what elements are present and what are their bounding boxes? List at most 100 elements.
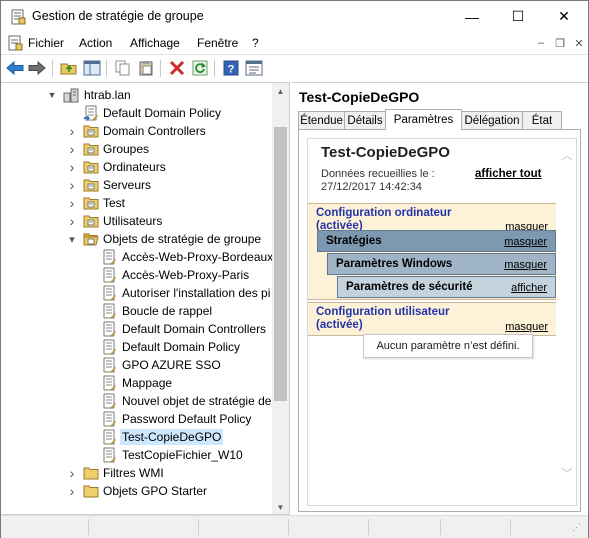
menu-fenetre[interactable]: Fenêtre [197, 36, 238, 50]
status-segment [291, 519, 369, 535]
expand-arrow-icon[interactable]: › [67, 483, 77, 499]
tree-item[interactable]: TestCopieFichier_W10 [1, 446, 271, 464]
menu-action[interactable]: Action [79, 36, 112, 50]
tab-etat[interactable]: État [522, 111, 562, 130]
tree-item[interactable]: Default Domain Policy [1, 104, 271, 122]
scroll-up-arrow-icon[interactable]: ▲ [272, 83, 289, 100]
expand-arrow-icon[interactable]: › [67, 195, 77, 211]
tree-item[interactable]: Nouvel objet de stratégie de [1, 392, 271, 410]
status-segment [441, 519, 511, 535]
forward-button[interactable] [27, 59, 47, 77]
title-bar[interactable]: Gestion de stratégie de groupe — ☐ ✕ [1, 1, 588, 32]
mdi-minimize-button[interactable]: – [532, 34, 550, 52]
tree-item[interactable]: Password Default Policy [1, 410, 271, 428]
report-scroll-down-icon[interactable]: ﹀ [561, 467, 573, 480]
security-settings-bar: Paramètres de sécurité afficher [337, 276, 556, 298]
gpo-document-icon [103, 339, 116, 355]
horizontal-scrollbar[interactable] [1, 515, 588, 538]
tab-parametres[interactable]: Paramètres [385, 109, 462, 130]
scroll-down-arrow-icon[interactable]: ▼ [272, 499, 289, 514]
policies-bar: Stratégies masquer [317, 230, 556, 252]
expand-arrow-icon[interactable]: › [67, 177, 77, 193]
help-button[interactable]: ? [221, 59, 241, 77]
mdi-close-button[interactable]: ✕ [570, 34, 588, 52]
tab-etendue[interactable]: Étendue [298, 111, 345, 130]
back-button[interactable] [5, 59, 25, 77]
expand-arrow-icon[interactable]: › [67, 213, 77, 229]
tree-item[interactable]: › Serveurs [1, 176, 271, 194]
tree-item-label: Accès-Web-Proxy-Paris [122, 268, 250, 282]
tree-item[interactable]: › Filtres WMI [1, 464, 271, 482]
tree-item[interactable]: › Objets GPO Starter [1, 482, 271, 500]
mdi-restore-button[interactable]: ❐ [551, 34, 569, 52]
user-config-section: Configuration utilisateur (activée) masq… [308, 302, 556, 336]
gpo-document-icon [103, 285, 116, 301]
close-button[interactable]: ✕ [541, 1, 587, 32]
settings-tab-panel: Test-CopieDeGPO Données recueillies le :… [298, 129, 581, 512]
resize-grip-icon[interactable]: ⋰ [572, 522, 586, 536]
menu-fichier[interactable]: Fichier [28, 36, 64, 50]
tree-item[interactable]: › Test [1, 194, 271, 212]
tree-item[interactable]: GPO AZURE SSO [1, 356, 271, 374]
tree-vertical-scrollbar[interactable]: ▲ ▼ [272, 83, 289, 514]
console-tree[interactable]: ▼ htrab.lan Default Domain Policy › Domain… [1, 82, 290, 515]
minimize-button[interactable]: — [449, 1, 495, 32]
expand-arrow-icon[interactable]: › [67, 141, 77, 157]
expand-arrow-icon[interactable]: › [67, 159, 77, 175]
tree-item[interactable]: Accès-Web-Proxy-Bordeaux [1, 248, 273, 266]
toolbar: ? [1, 54, 588, 81]
user-config-hide-link[interactable]: masquer [505, 321, 548, 333]
tree-item[interactable]: Default Domain Controllers [1, 320, 271, 338]
tree-item-label: Objets GPO Starter [103, 484, 208, 498]
expand-arrow-icon[interactable]: › [67, 465, 77, 481]
refresh-button[interactable] [190, 59, 210, 77]
menu-help[interactable]: ? [252, 36, 259, 50]
copy-button[interactable] [113, 59, 133, 77]
expand-arrow-icon[interactable]: › [67, 123, 77, 139]
tree-item[interactable]: Test-CopieDeGPO [1, 428, 271, 446]
menu-affichage[interactable]: Affichage [130, 36, 180, 50]
toolbar-separator [214, 60, 215, 77]
properties-button[interactable] [244, 59, 264, 77]
scrollbar-thumb[interactable] [274, 127, 287, 401]
tree-item[interactable]: › Domain Controllers [1, 122, 271, 140]
tree-item[interactable]: › Utilisateurs [1, 212, 271, 230]
tree-item[interactable]: ▾ Objets de stratégie de groupe [1, 230, 271, 248]
report-scroll-up-icon[interactable]: ︿ [561, 149, 573, 162]
tree-item-label: Nouvel objet de stratégie de [122, 394, 272, 408]
tree-item[interactable]: › Ordinateurs [1, 158, 271, 176]
document-icon[interactable] [7, 35, 23, 51]
report-vertical-scrollbar[interactable]: ︿ ﹀ [558, 139, 576, 505]
tree-item-label: Objets de stratégie de groupe [103, 232, 262, 246]
tree-item[interactable]: Accès-Web-Proxy-Paris [1, 266, 271, 284]
tree-item-label: Default Domain Controllers [122, 322, 267, 336]
tree-item[interactable]: › Groupes [1, 140, 271, 158]
tree-item[interactable]: Default Domain Policy [1, 338, 271, 356]
collapse-arrow-icon[interactable]: ▼ [47, 88, 57, 102]
security-settings-show-link[interactable]: afficher [511, 282, 547, 294]
maximize-button[interactable]: ☐ [495, 1, 541, 32]
folder-icon [83, 485, 99, 498]
forward-icon [28, 61, 46, 75]
tab-details[interactable]: Détails [344, 111, 386, 130]
tree-item[interactable]: Autoriser l'installation des pi [1, 284, 271, 302]
delete-button[interactable] [167, 59, 187, 77]
tab-delegation[interactable]: Délégation [461, 111, 523, 130]
folder-open-icon [83, 233, 99, 246]
show-hide-tree-button[interactable] [82, 59, 102, 77]
status-segment [369, 519, 441, 535]
report-title: Test-CopieDeGPO [321, 144, 450, 161]
tree-item-label: Groupes [103, 142, 150, 156]
paste-button[interactable] [136, 59, 156, 77]
tree-node-domain[interactable]: ▼ htrab.lan [1, 86, 271, 104]
gpo-document-icon [103, 321, 116, 337]
show-all-link[interactable]: afficher tout [475, 168, 541, 180]
windows-settings-hide-link[interactable]: masquer [504, 259, 547, 271]
tree-item[interactable]: Mappage [1, 374, 271, 392]
tree-item[interactable]: Boucle de rappel [1, 302, 271, 320]
policies-hide-link[interactable]: masquer [504, 236, 547, 248]
toolbar-separator [160, 60, 161, 77]
collapse-arrow-icon[interactable]: ▾ [67, 232, 77, 246]
tree-item-label: Test-CopieDeGPO [120, 429, 224, 445]
up-folder-button[interactable] [59, 59, 79, 77]
